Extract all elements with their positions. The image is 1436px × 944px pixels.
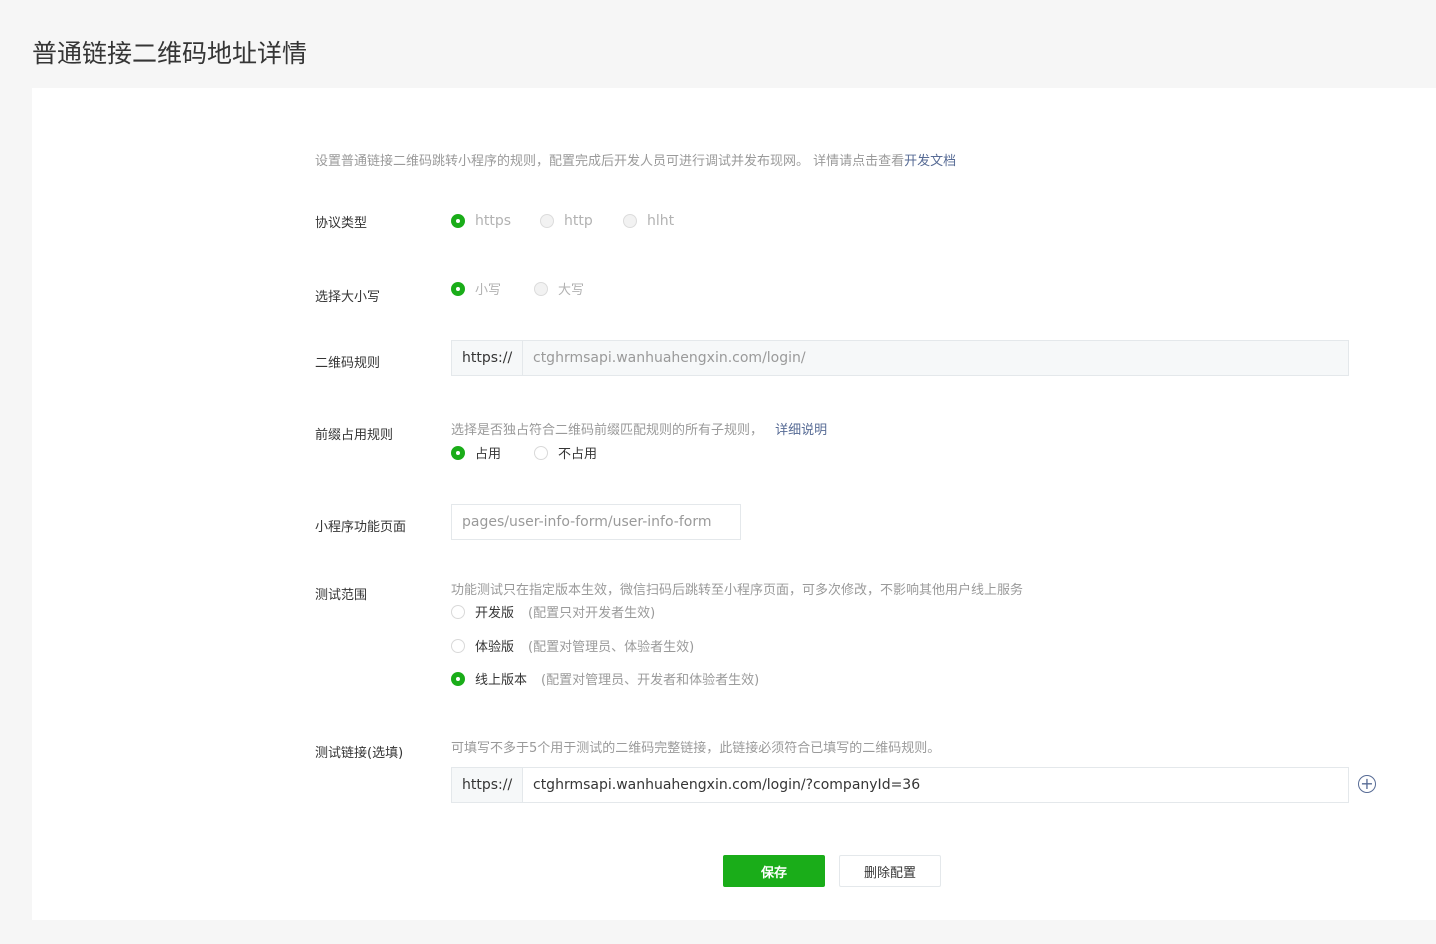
protocol-https-radio[interactable]: https <box>451 213 540 229</box>
radio-dot <box>451 671 465 686</box>
description: 设置普通链接二维码跳转小程序的规则，配置完成后开发人员可进行调试并发布现网。 详… <box>315 150 956 169</box>
scope-trial-radio[interactable]: 体验版 (配置对管理员、体验者生效) <box>451 636 694 655</box>
description-text: 设置普通链接二维码跳转小程序的规则，配置完成后开发人员可进行调试并发布现网。 详… <box>315 154 905 169</box>
radio-dot <box>534 445 548 460</box>
prefix-rule-hint: 选择是否独占符合二维码前缀匹配规则的所有子规则， 详细说明 <box>451 419 827 438</box>
test-link-input[interactable]: ctghrmsapi.wanhuahengxin.com/login/?comp… <box>523 768 1348 802</box>
protocol-hlht-radio[interactable]: hlht <box>623 213 674 229</box>
test-scope-hint: 功能测试只在指定版本生效，微信扫码后跳转至小程序页面，可多次修改，不影响其他用户… <box>451 583 1024 598</box>
protocol-label: 协议类型 <box>315 216 368 231</box>
prefix-occupy-radio[interactable]: 占用 <box>451 443 534 462</box>
save-button[interactable]: 保存 <box>723 855 825 887</box>
qr-rule-prefix: https:// <box>452 341 523 375</box>
radio-dot <box>451 281 465 296</box>
radio-dot <box>451 214 465 228</box>
prefix-rule-radio-group: 占用 不占用 <box>451 443 597 462</box>
test-link-hint: 可填写不多于5个用于测试的二维码完整链接，此链接必须符合已填写的二维码规则。 <box>451 741 941 756</box>
protocol-http-radio[interactable]: http <box>540 213 623 229</box>
prefix-rule-hint-text: 选择是否独占符合二维码前缀匹配规则的所有子规则， <box>451 423 764 438</box>
test-link-label: 测试链接(选填) <box>315 746 404 761</box>
radio-dot <box>623 214 637 228</box>
qr-rule-input[interactable]: ctghrmsapi.wanhuahengxin.com/login/ <box>523 341 1348 375</box>
case-lower-radio[interactable]: 小写 <box>451 279 534 298</box>
page-path-label: 小程序功能页面 <box>315 520 407 535</box>
case-label: 选择大小写 <box>315 290 381 305</box>
radio-dot <box>534 281 548 296</box>
prefix-not-occupy-radio[interactable]: 不占用 <box>534 443 597 462</box>
radio-dot <box>451 445 465 460</box>
scope-release-radio[interactable]: 线上版本 (配置对管理员、开发者和体验者生效) <box>451 669 759 688</box>
radio-dot <box>451 638 465 653</box>
delete-config-button[interactable]: 删除配置 <box>839 855 941 887</box>
page-path-input[interactable]: pages/user-info-form/user-info-form <box>451 504 741 540</box>
test-link-input-group: https:// ctghrmsapi.wanhuahengxin.com/lo… <box>451 767 1349 803</box>
radio-dot <box>540 214 554 228</box>
qr-rule-input-group: https:// ctghrmsapi.wanhuahengxin.com/lo… <box>451 340 1349 376</box>
details-link[interactable]: 详细说明 <box>775 423 827 438</box>
scope-dev-radio[interactable]: 开发版 (配置只对开发者生效) <box>451 602 655 621</box>
case-upper-radio[interactable]: 大写 <box>534 279 584 298</box>
case-radio-group: 小写 大写 <box>451 279 584 298</box>
qr-rule-label: 二维码规则 <box>315 356 381 371</box>
protocol-radio-group: https http hlht <box>451 213 674 229</box>
config-card: 设置普通链接二维码跳转小程序的规则，配置完成后开发人员可进行调试并发布现网。 详… <box>32 88 1436 920</box>
prefix-rule-label: 前缀占用规则 <box>315 428 394 443</box>
page-title: 普通链接二维码地址详情 <box>32 39 308 68</box>
plus-circle-icon[interactable]: + <box>1358 775 1376 793</box>
test-link-prefix: https:// <box>452 768 523 802</box>
dev-docs-link[interactable]: 开发文档 <box>904 154 956 169</box>
radio-dot <box>451 604 465 619</box>
test-scope-label: 测试范围 <box>315 588 368 603</box>
